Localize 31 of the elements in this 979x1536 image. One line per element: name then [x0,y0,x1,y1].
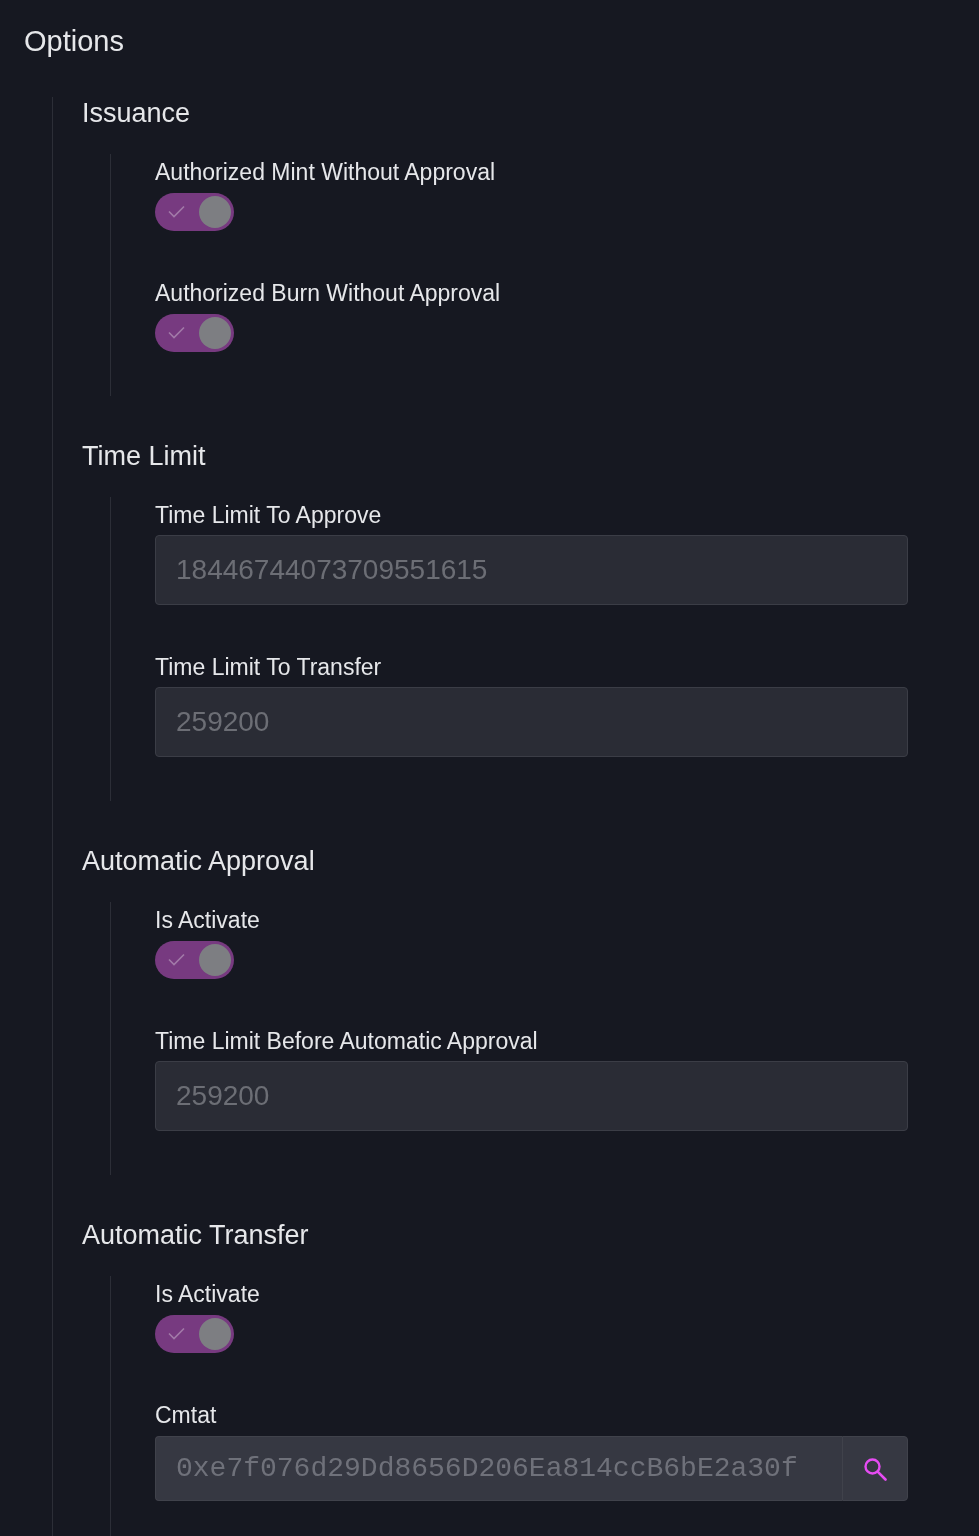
check-icon [168,205,185,218]
field-label: Authorized Mint Without Approval [155,158,496,186]
field-label: Time Limit To Approve [155,501,382,529]
toggle-knob[interactable] [199,317,231,349]
toggle-knob[interactable] [199,196,231,228]
field-label: Time Limit Before Automatic Approval [155,1027,538,1055]
input-field[interactable]: 259200 [155,687,908,757]
toggle-knob[interactable] [199,1318,231,1350]
check-icon [168,326,185,339]
toggle-switch[interactable] [155,314,234,352]
input-field[interactable]: 0xe7f076d29Dd8656D206Ea814ccB6bE2a30f [155,1436,842,1501]
check-icon [168,1327,185,1340]
toggle-switch[interactable] [155,941,234,979]
input-field[interactable]: 259200 [155,1061,908,1131]
field-label: Is Activate [155,1280,260,1308]
page-title: Options [24,24,124,58]
search-icon [863,1456,887,1481]
check-icon [168,953,185,966]
section-title: Automatic Transfer [82,1219,309,1251]
search-button[interactable] [842,1436,908,1501]
section-title: Automatic Approval [82,845,315,877]
toggle-switch[interactable] [155,193,234,231]
field-label: Is Activate [155,906,260,934]
section-title: Time Limit [82,440,206,472]
field-label: Cmtat [155,1401,217,1429]
section-title: Issuance [82,97,191,129]
toggle-switch[interactable] [155,1315,234,1353]
toggle-knob[interactable] [199,944,231,976]
input-field[interactable]: 18446744073709551615 [155,535,908,605]
field-label: Time Limit To Transfer [155,653,382,681]
field-label: Authorized Burn Without Approval [155,279,501,307]
